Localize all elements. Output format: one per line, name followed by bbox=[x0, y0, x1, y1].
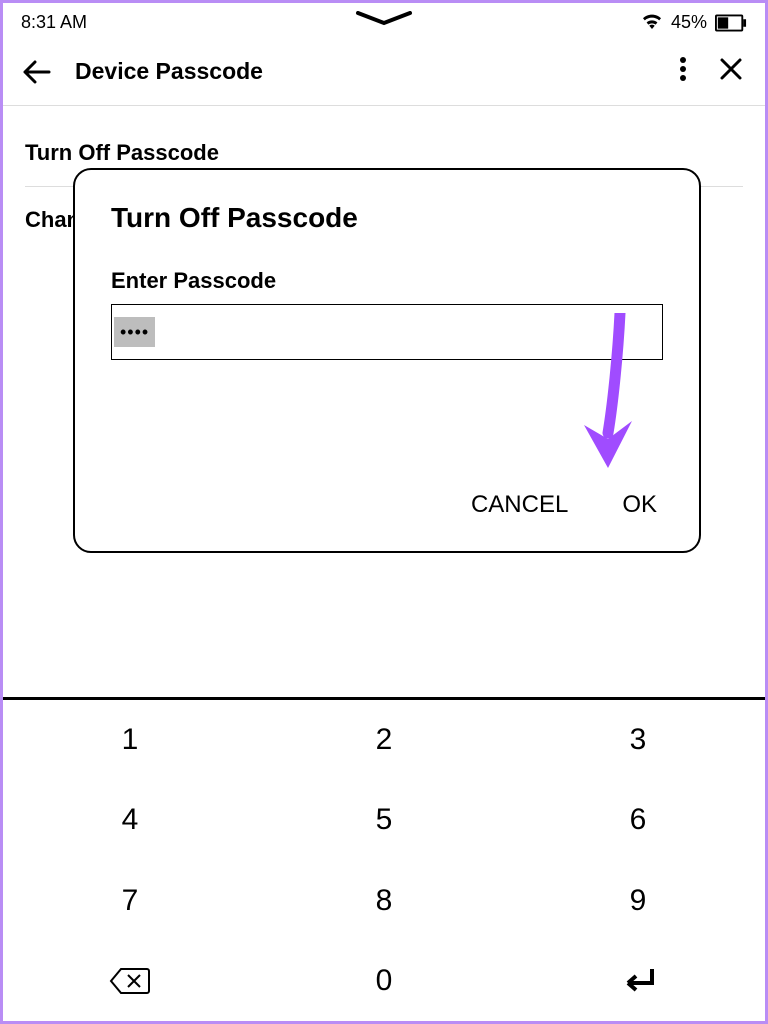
turn-off-passcode-dialog: Turn Off Passcode Enter Passcode •••• CA… bbox=[73, 168, 701, 553]
key-4[interactable]: 4 bbox=[3, 780, 257, 860]
dialog-title: Turn Off Passcode bbox=[111, 202, 663, 234]
key-enter[interactable] bbox=[511, 941, 765, 1021]
key-0[interactable]: 0 bbox=[257, 941, 511, 1021]
key-5[interactable]: 5 bbox=[257, 780, 511, 860]
key-2[interactable]: 2 bbox=[257, 700, 511, 780]
cancel-button[interactable]: CANCEL bbox=[471, 491, 568, 519]
key-9[interactable]: 9 bbox=[511, 861, 765, 941]
numeric-keypad: 1 2 3 4 5 6 7 8 9 0 bbox=[3, 697, 765, 1021]
key-backspace[interactable] bbox=[3, 941, 257, 1021]
key-1[interactable]: 1 bbox=[3, 700, 257, 780]
passcode-prompt: Enter Passcode bbox=[111, 268, 663, 294]
key-8[interactable]: 8 bbox=[257, 861, 511, 941]
key-3[interactable]: 3 bbox=[511, 700, 765, 780]
ok-button[interactable]: OK bbox=[622, 491, 657, 519]
key-7[interactable]: 7 bbox=[3, 861, 257, 941]
key-6[interactable]: 6 bbox=[511, 780, 765, 860]
passcode-value-masked: •••• bbox=[114, 317, 155, 347]
passcode-input[interactable]: •••• bbox=[111, 304, 663, 360]
